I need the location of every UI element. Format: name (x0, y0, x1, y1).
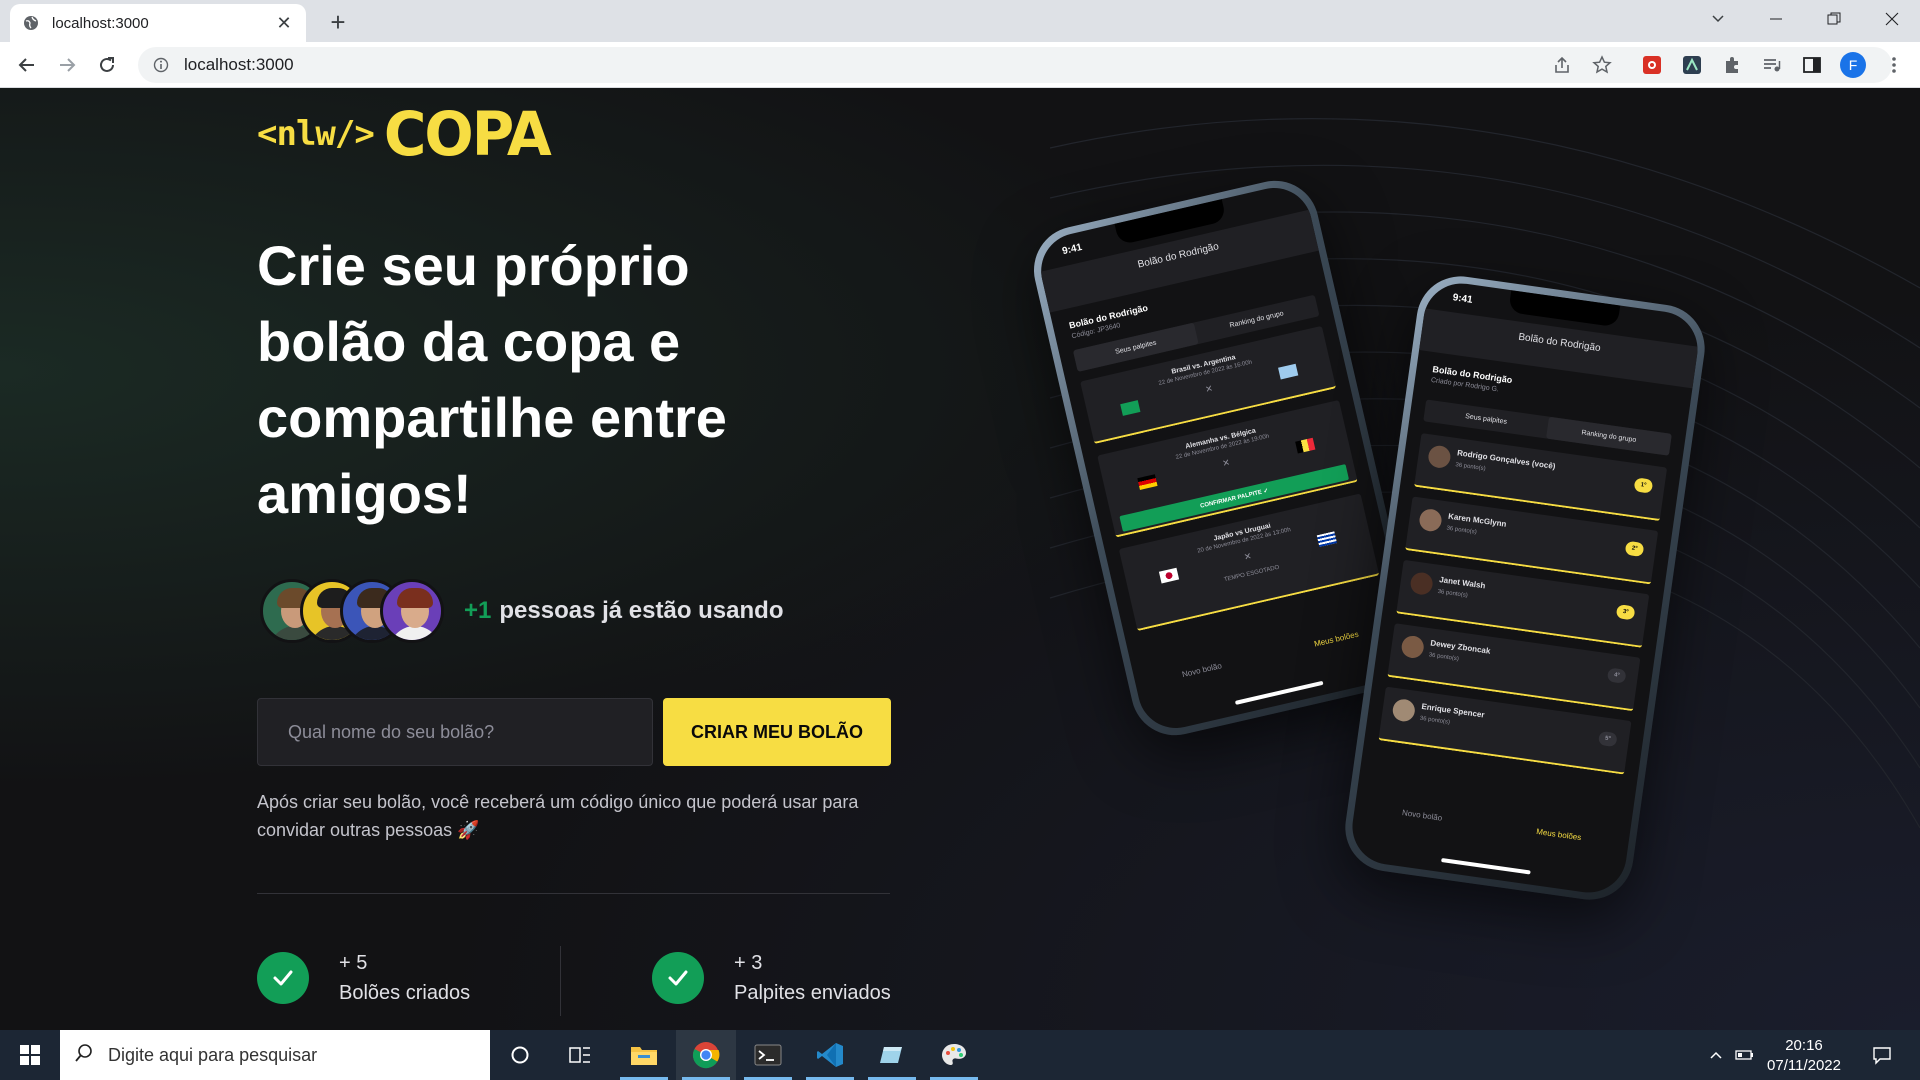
stat-label: Palpites enviados (734, 982, 891, 1004)
back-arrow-icon[interactable] (12, 50, 42, 80)
phone-time: 9:41 (1451, 292, 1474, 306)
avatar-group (260, 579, 444, 643)
notification-icon[interactable] (1864, 1030, 1900, 1080)
logo-main: COPA (383, 98, 552, 170)
chrome-icon[interactable] (676, 1030, 736, 1080)
users-label: pessoas já estão usando (499, 597, 784, 624)
extension-red-icon[interactable] (1640, 53, 1664, 77)
windows-taskbar: Digite aqui para pesquisar 20:16 07/11/2… (0, 1030, 1920, 1080)
check-icon (257, 952, 309, 1004)
clock-time: 20:16 (1785, 1037, 1823, 1054)
media-queue-icon[interactable] (1760, 53, 1784, 77)
chrome-menu-icon[interactable] (1882, 53, 1906, 77)
users-summary: +1 pessoas já estão usando (260, 578, 783, 644)
battery-icon[interactable] (1732, 1030, 1758, 1080)
globe-icon (22, 14, 40, 32)
stat-value: + 5 (339, 952, 368, 974)
avatar (380, 579, 444, 643)
phone-tab: Seus palpites (1464, 412, 1508, 426)
file-explorer-icon[interactable] (614, 1030, 674, 1080)
logo-prefix: <nlw/> (257, 114, 375, 154)
minimize-window-button[interactable] (1748, 0, 1804, 38)
taskbar-search-placeholder: Digite aqui para pesquisar (108, 1044, 318, 1065)
tab-title: localhost:3000 (52, 14, 149, 32)
helper-text: Após criar seu bolão, você receberá um c… (257, 792, 859, 840)
users-count: +1 (464, 597, 492, 624)
stat-separator (560, 946, 561, 1016)
stat-label: Bolões criados (339, 982, 471, 1004)
windows-start-icon[interactable] (0, 1030, 60, 1080)
extensions-puzzle-icon[interactable] (1720, 53, 1744, 77)
search-icon (74, 1043, 94, 1068)
extension-dark-icon[interactable] (1680, 53, 1704, 77)
site-info-icon[interactable] (152, 56, 170, 74)
clock-date: 07/11/2022 (1767, 1057, 1841, 1074)
tray-chevron-icon[interactable] (1704, 1030, 1728, 1080)
phone-bottom-nav: Novo bolão Meus bolões (1401, 808, 1582, 843)
url-text: localhost:3000 (184, 55, 294, 74)
users-using-text: +1 pessoas já estão usando (464, 597, 783, 625)
taskbar-clock[interactable]: 20:16 07/11/2022 (1760, 1036, 1848, 1076)
pool-name-input[interactable] (257, 698, 653, 766)
phone-time: 9:41 (1061, 241, 1084, 258)
check-icon (652, 952, 704, 1004)
new-tab-button[interactable]: + (324, 7, 352, 37)
divider (257, 893, 890, 894)
cortana-circle-icon[interactable] (490, 1030, 550, 1080)
phone-tab: Ranking do grupo (1546, 416, 1672, 456)
forward-arrow-icon[interactable] (52, 50, 82, 80)
bookmark-star-icon[interactable] (1590, 53, 1614, 77)
address-bar[interactable]: localhost:3000 (138, 47, 1892, 83)
tab-search-chevron-icon[interactable] (1690, 0, 1746, 38)
page-content: <nlw/> COPA Crie seu próprio bolão da co… (0, 88, 1920, 1030)
close-window-button[interactable] (1864, 0, 1920, 38)
stat-value: + 3 (734, 952, 763, 974)
reload-icon[interactable] (92, 50, 122, 80)
notes-app-icon[interactable] (862, 1030, 922, 1080)
browser-toolbar: localhost:3000 F (0, 42, 1920, 88)
create-pool-button[interactable]: Criar meu bolão (663, 698, 891, 766)
stat-guesses: + 3 Palpites enviados (652, 948, 891, 1008)
side-panel-icon[interactable] (1800, 53, 1824, 77)
stat-pools: + 5 Bolões criados (257, 948, 470, 1008)
browser-tabstrip: localhost:3000 ✕ + (0, 0, 1920, 42)
nlw-copa-logo: <nlw/> COPA (257, 98, 552, 170)
create-pool-form: Criar meu bolão (257, 698, 891, 766)
taskbar-search-box[interactable]: Digite aqui para pesquisar (60, 1030, 490, 1080)
close-tab-icon[interactable]: ✕ (274, 13, 294, 33)
share-icon[interactable] (1550, 53, 1574, 77)
vscode-icon[interactable] (800, 1030, 860, 1080)
task-view-icon[interactable] (550, 1030, 610, 1080)
paint-palette-icon[interactable] (924, 1030, 984, 1080)
browser-tab[interactable]: localhost:3000 ✕ (10, 4, 306, 42)
page-headline: Crie seu próprio bolão da copa e compart… (257, 234, 727, 525)
restore-window-button[interactable] (1806, 0, 1862, 38)
profile-avatar[interactable]: F (1840, 52, 1866, 78)
terminal-icon[interactable] (738, 1030, 798, 1080)
